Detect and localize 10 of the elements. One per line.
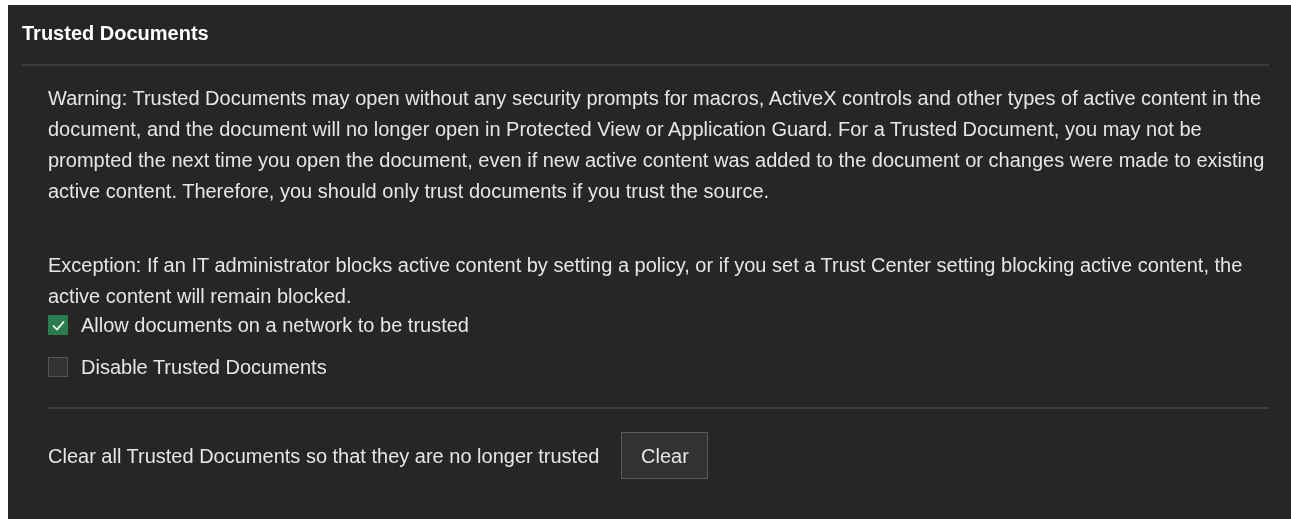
info-paragraph: Warning: Trusted Documents may open without any security prompts for macros, ActiveX controls and other types of active content in the document, and the document will no longer open in Protected View or Application Guard. For a Trusted Document, you may not be prompted the next time you open the document, even if new active content was added to the document or changes were made to existing active content. Therefore, you should only trust documents if you trust the source.: [48, 86, 1266, 204]
info-paragraph: Exception: If an IT administrator blocks active content by setting a policy, or if you set a Trust Center setting blocking active content, the active content will remain blocked.: [48, 253, 1244, 309]
checkbox[interactable]: [48, 315, 68, 335]
check-icon: [51, 319, 65, 331]
checkbox-label[interactable]: Allow documents on a network to be trusted: [81, 310, 469, 340]
clear-button[interactable]: Clear: [621, 432, 709, 479]
checkbox[interactable]: [48, 357, 68, 377]
checkbox-label[interactable]: Disable Trusted Documents: [81, 352, 327, 382]
section-title: Trusted Documents: [22, 21, 209, 46]
clear-description: Clear all Trusted Documents so that they are no longer trusted: [48, 443, 600, 469]
